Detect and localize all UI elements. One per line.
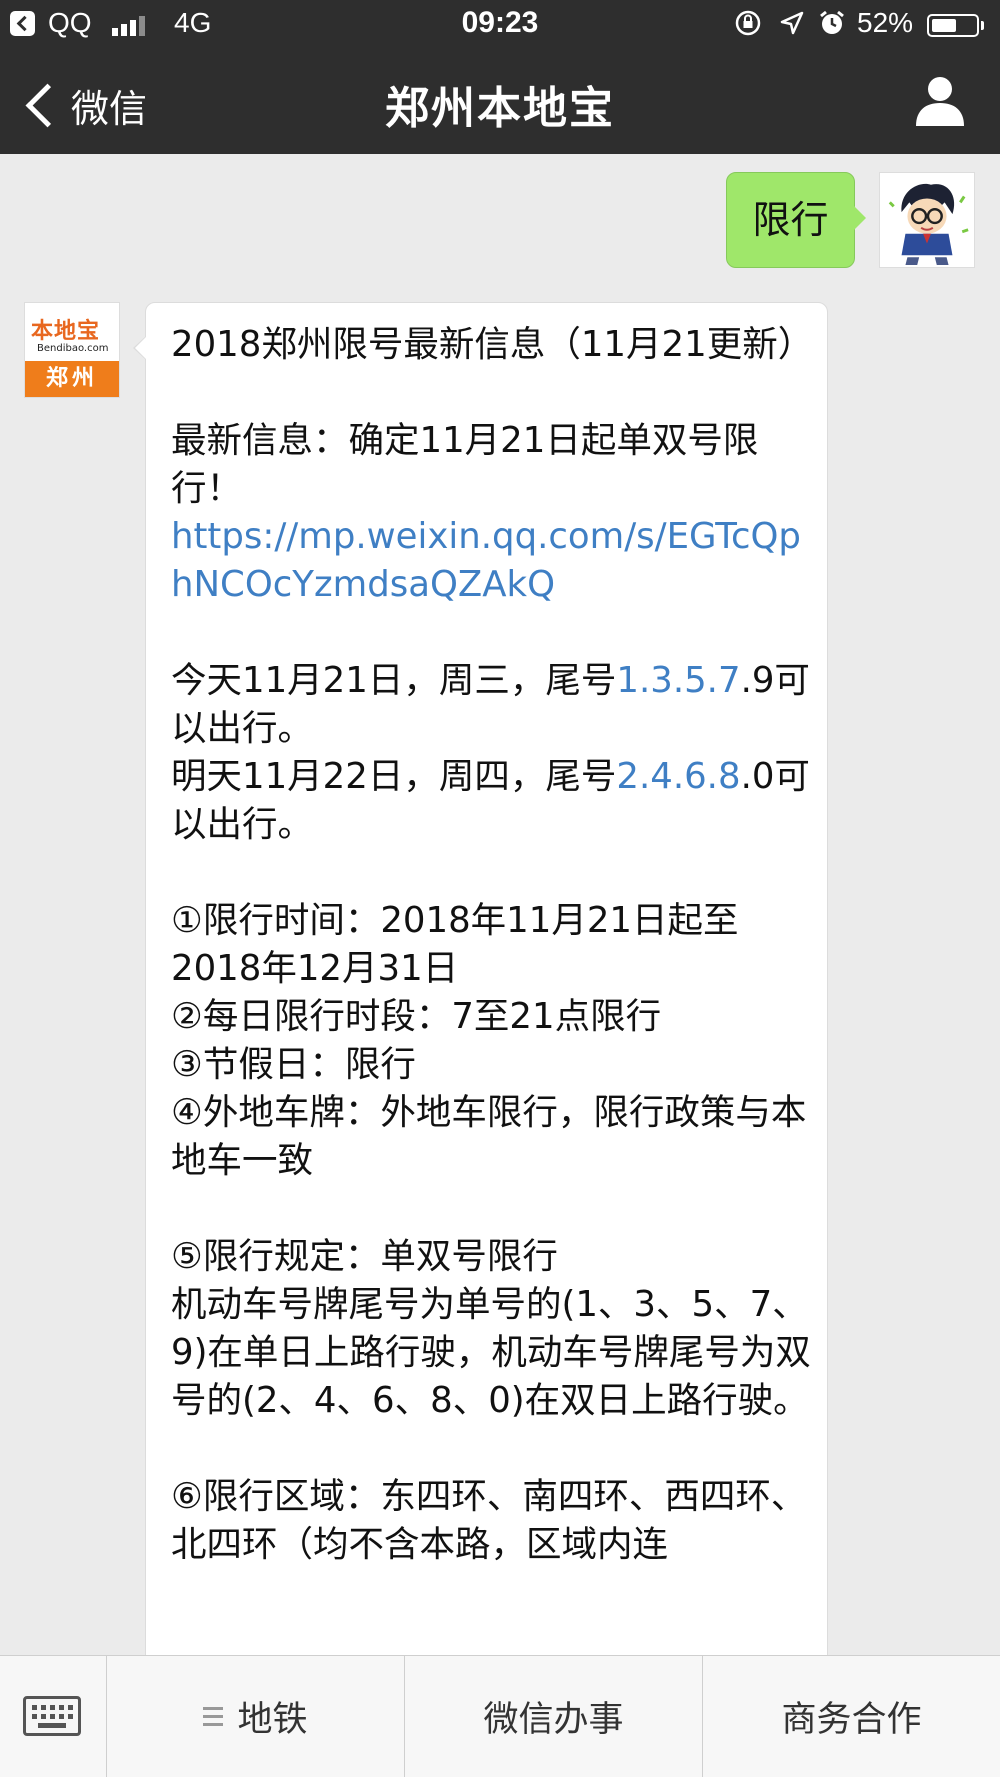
nav-bar: 微信 郑州本地宝 [0, 50, 1000, 154]
tomorrow-numbers-link[interactable]: 2.4.6.8 [616, 756, 740, 797]
submenu-icon [203, 1702, 224, 1731]
menu-item-label: 微信办事 [483, 1700, 624, 1740]
tomorrow-info: 明天11月22日，周四，尾号2.4.6.8.0可以出行。 [171, 756, 810, 845]
article-link[interactable]: https://mp.weixin.qq.com/s/EGTcQphNCOcYz… [171, 513, 811, 609]
rule-5-body: 机动车号牌尾号为单号的(1、3、5、7、9)在单日上路行驶，机动车号牌尾号为双号… [171, 1284, 811, 1421]
bot-avatar[interactable]: 本地宝 Bendibao.com 郑州 [24, 302, 120, 398]
clock: 09:23 [461, 6, 539, 39]
bottom-menu: 地铁 微信办事 商务合作 [0, 1655, 1000, 1777]
rule-3: ③节假日：限行 [171, 1044, 416, 1085]
rule-6: ⑥限行区域：东四环、南四环、西四环、北四环（均不含本路，区域内连 [171, 1476, 807, 1565]
location-icon [780, 11, 804, 35]
message-title: 2018郑州限号最新信息（11月21更新） [171, 324, 814, 365]
status-bar: QQ 4G 09:23 52% [0, 0, 1000, 50]
menu-item-label: 商务合作 [781, 1700, 922, 1740]
logo-city: 郑州 [25, 361, 119, 397]
chat-area[interactable]: 限行 本地宝 Bendibao.com 郑州 2018郑州限号最新信息（11月2… [0, 154, 1000, 1655]
menu-item-subway[interactable]: 地铁 [107, 1656, 405, 1777]
user-message-bubble[interactable]: 限行 [726, 172, 866, 268]
battery-icon [927, 14, 979, 37]
orientation-lock-icon [735, 10, 761, 36]
today-info: 今天11月21日，周三，尾号1.3.5.7.9可以出行。 [171, 660, 810, 749]
cartoon-avatar-icon [880, 173, 974, 267]
user-avatar[interactable] [879, 172, 975, 268]
keyboard-icon [23, 1696, 81, 1736]
bot-message-text: 2018郑州限号最新信息（11月21更新） 最新信息：确定11月21日起单双号限… [171, 321, 814, 1569]
rule-1: ①限行时间：2018年11月21日起至2018年12月31日 [171, 900, 739, 989]
logo-brand: 本地宝 [31, 319, 101, 344]
rule-2: ②每日限行时段：7至21点限行 [171, 996, 662, 1037]
menu-item-wechat-services[interactable]: 微信办事 [405, 1656, 703, 1777]
battery-percent: 52% [857, 7, 914, 38]
message-latest: 最新信息：确定11月21日起单双号限行！ [171, 420, 759, 509]
rule-4: ④外地车牌：外地车限行，限行政策与本地车一致 [171, 1092, 807, 1181]
keyboard-toggle-button[interactable] [0, 1656, 107, 1777]
rule-5-title: ⑤限行规定：单双号限行 [171, 1236, 558, 1277]
alarm-icon [820, 10, 844, 34]
logo-domain: Bendibao.com [37, 343, 109, 354]
bot-message-bubble[interactable]: 2018郑州限号最新信息（11月21更新） 最新信息：确定11月21日起单双号限… [133, 302, 828, 1655]
person-icon[interactable] [912, 74, 968, 128]
menu-item-label: 地铁 [237, 1700, 308, 1740]
page-title: 郑州本地宝 [385, 83, 615, 134]
today-numbers-link[interactable]: 1.3.5.7 [616, 660, 740, 701]
menu-item-business[interactable]: 商务合作 [703, 1656, 1000, 1777]
